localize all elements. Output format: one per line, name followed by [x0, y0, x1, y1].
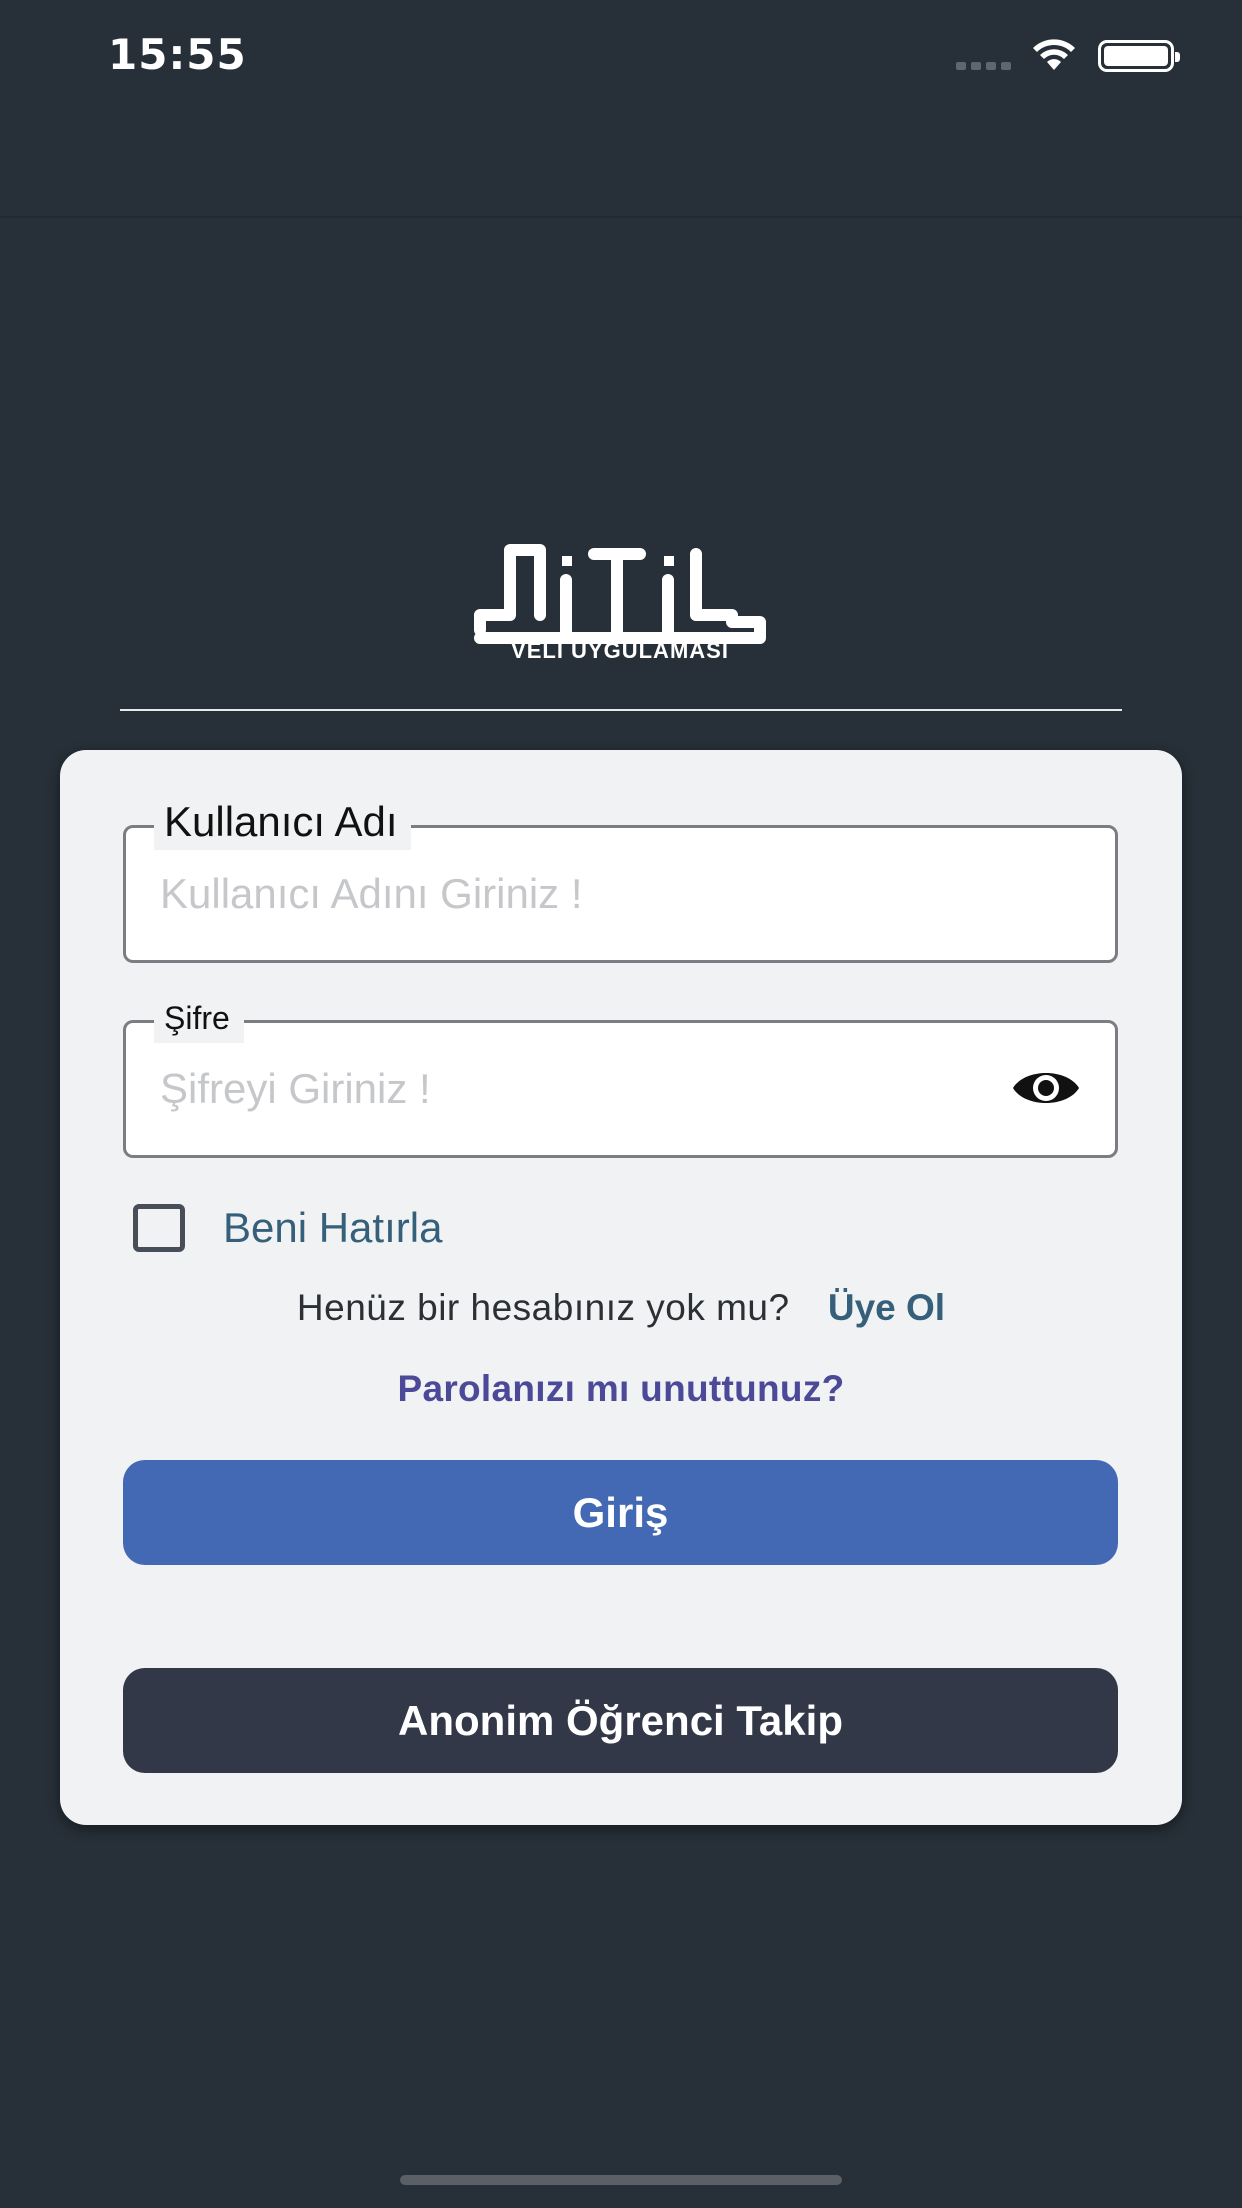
logo-subtitle: VELİ UYGULAMASI [511, 638, 729, 663]
signup-link[interactable]: Üye Ol [828, 1287, 945, 1328]
home-indicator[interactable] [400, 2175, 842, 2185]
password-field[interactable]: Şifre [123, 993, 1118, 1158]
remember-me-row[interactable]: Beni Hatırla [133, 1200, 442, 1256]
status-time: 15:55 [108, 30, 247, 79]
logo-divider [120, 709, 1122, 711]
password-input[interactable] [160, 1023, 1010, 1155]
cellular-signal-icon [956, 62, 1011, 70]
anonymous-student-tracking-button[interactable]: Anonim Öğrenci Takip [123, 1668, 1118, 1773]
wifi-icon [1033, 39, 1075, 70]
remember-me-label[interactable]: Beni Hatırla [223, 1204, 442, 1252]
remember-me-checkbox[interactable] [133, 1204, 185, 1252]
username-field[interactable]: Kullanıcı Adı [123, 794, 1118, 963]
signup-row: Henüz bir hesabınız yok mu? Üye Ol [60, 1287, 1182, 1329]
forgot-password-link[interactable]: Parolanızı mı unuttunuz? [60, 1368, 1182, 1410]
battery-icon [1098, 40, 1180, 72]
username-input[interactable] [160, 828, 1010, 960]
status-bar: 15:55 [0, 0, 1242, 110]
login-button[interactable]: Giriş [123, 1460, 1118, 1565]
eye-icon[interactable] [1011, 1063, 1081, 1113]
signup-question: Henüz bir hesabınız yok mu? [296, 1287, 790, 1328]
nav-divider [0, 216, 1242, 218]
login-card: Kullanıcı Adı Şifre Beni Hatırla Henüz b… [60, 750, 1182, 1825]
